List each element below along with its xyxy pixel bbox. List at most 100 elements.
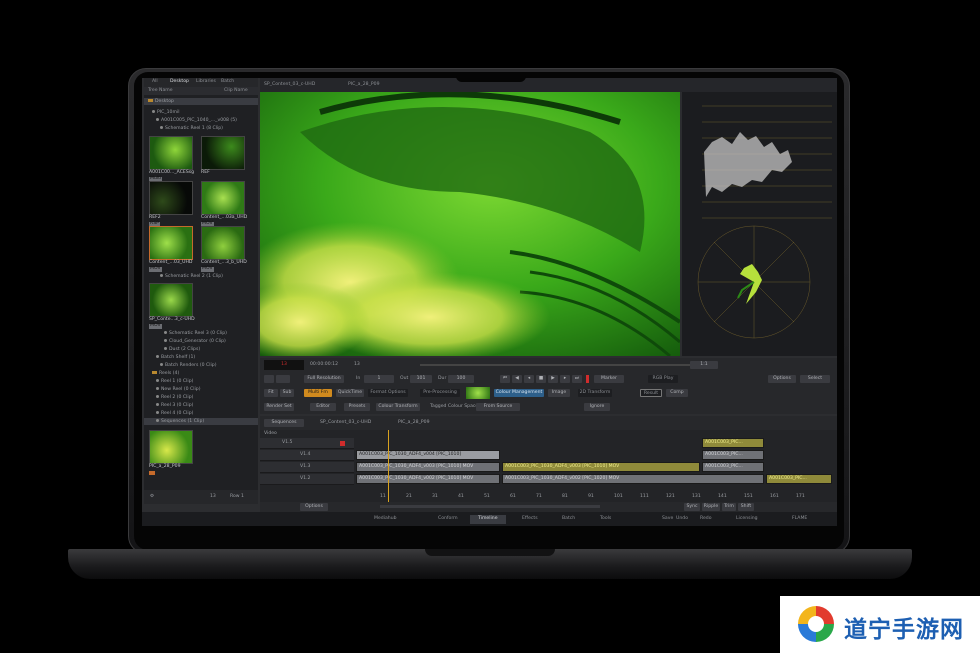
playhead[interactable]	[388, 430, 389, 502]
undo-button[interactable]: Undo	[676, 516, 688, 522]
view-icon[interactable]	[264, 375, 274, 383]
track-header-v13[interactable]: V1.3	[260, 462, 354, 473]
resolution-select[interactable]: Full Resolution	[304, 375, 344, 383]
clip-thumbnail[interactable]	[201, 136, 245, 170]
sequence-tab-2[interactable]: PIC_a_28_P09	[398, 420, 430, 426]
editor-button[interactable]: Editor	[310, 403, 336, 411]
sync-button[interactable]: Sync	[684, 503, 700, 511]
timeline-clip[interactable]: A001C003_PIC...	[766, 474, 832, 484]
timeline-clip[interactable]: A001C003_PIC_1030_ADF4_v002 [PIC_1010] M…	[356, 474, 500, 484]
tab-desktop[interactable]: Desktop	[170, 79, 189, 85]
column-tree-name[interactable]: Tree Name	[148, 88, 173, 94]
tree-row[interactable]: Cloud_Generator (0 Clip)	[144, 338, 258, 345]
pre-processing-tab[interactable]: Pre-Processing	[420, 389, 460, 397]
timecode-display[interactable]: 00:00:00:12	[310, 362, 338, 368]
clip-thumbnail[interactable]	[149, 430, 193, 464]
gear-icon[interactable]: ⚙	[150, 494, 154, 500]
tab-all[interactable]: All	[152, 79, 158, 85]
tree-row-desktop[interactable]: Desktop	[144, 98, 258, 105]
format-options-tab[interactable]: Format Options	[368, 389, 408, 397]
step-forward-icon[interactable]: ▸	[560, 375, 570, 383]
timeline-clip[interactable]: A001C003_PIC_1030_ADF4_v004 [PIC_1010]	[356, 450, 500, 460]
viewer-tab-1[interactable]: SP_Content_03_c-UHD	[264, 82, 315, 88]
goto-end-icon[interactable]: ⏭	[572, 375, 582, 383]
trim-button[interactable]: Trim	[722, 503, 736, 511]
save-button[interactable]: Save	[662, 516, 673, 522]
timeline-clip[interactable]: A001C003_PIC_1030_ADF4_v002 [PIC_1020] M…	[502, 474, 764, 484]
zoom-select[interactable]: 1:1	[690, 361, 718, 369]
in-field[interactable]: 1	[364, 375, 394, 383]
tab-batch[interactable]: Batch	[562, 516, 575, 522]
tree-row-sequences[interactable]: Sequences (1 Clip)	[144, 418, 258, 425]
tab-batch[interactable]: Batch	[221, 79, 234, 85]
tab-tools[interactable]: Tools	[600, 516, 611, 522]
timeline[interactable]: Video V1.5 V1.4 V1.3 V1.2 A001C003_PIC_1…	[260, 430, 837, 502]
multi-fm-button[interactable]: Multi Fm	[304, 389, 332, 397]
tree-row[interactable]: Reel 2 (0 Clip)	[144, 394, 258, 401]
tab-conform[interactable]: Conform	[438, 516, 458, 522]
goto-start-icon[interactable]: ⏮	[500, 375, 510, 383]
tree-row[interactable]: Dust (2 Clips)	[144, 346, 258, 353]
timeline-clip[interactable]: A001C003_PIC_1030_ADF4_v003 [PIC_1010] M…	[356, 462, 500, 472]
options-button[interactable]: Options	[768, 375, 796, 383]
clip-thumbnail[interactable]	[149, 283, 193, 317]
result-button[interactable]: Result	[640, 389, 662, 397]
fit-button[interactable]: Fit	[264, 389, 278, 397]
row-indicator[interactable]: Row 1	[230, 494, 244, 500]
select-button[interactable]: Select	[800, 375, 830, 383]
quicktime-tab[interactable]: QuickTime	[336, 389, 364, 397]
render-set-select[interactable]: Render Set	[264, 403, 294, 411]
record-icon[interactable]	[340, 441, 345, 446]
gear-icon[interactable]	[276, 375, 290, 383]
play-icon[interactable]: ▶	[548, 375, 558, 383]
marker-button[interactable]: Marker	[594, 375, 624, 383]
clip-thumbnail-selected[interactable]	[149, 226, 193, 260]
tree-row[interactable]: Reels (4)	[144, 370, 258, 377]
tree-row[interactable]: Batch Renders (0 Clip)	[144, 362, 258, 369]
tree-row-reel3[interactable]: Schematic Reel 3 (0 Clip)	[144, 330, 258, 337]
out-field[interactable]: 101	[410, 375, 432, 383]
step-back-icon[interactable]: ◀	[512, 375, 522, 383]
image-tab[interactable]: Image	[548, 389, 570, 397]
timeline-scrollbar[interactable]	[380, 505, 600, 508]
tree-row[interactable]: New Reel (0 Clip)	[144, 386, 258, 393]
clip-thumbnail[interactable]	[201, 181, 245, 215]
tree-row[interactable]: Reel 4 (0 Clip)	[144, 410, 258, 417]
timeline-clip[interactable]: A001C003_PIC...	[702, 438, 764, 448]
sequence-tab-1[interactable]: SP_Content_03_c-UHD	[320, 420, 371, 426]
stop-icon[interactable]: ■	[536, 375, 546, 383]
timeline-clip[interactable]: A001C003_PIC...	[702, 462, 764, 472]
licensing-button[interactable]: Licensing	[736, 516, 758, 522]
tree-row[interactable]: Batch Shelf (1)	[144, 354, 258, 361]
rgb-play-button[interactable]: RGB Play	[648, 375, 678, 383]
tree-row[interactable]: Reel 3 (0 Clip)	[144, 402, 258, 409]
from-source-select[interactable]: From Source	[476, 403, 520, 411]
image-viewer[interactable]	[260, 92, 680, 356]
tree-row-reel2[interactable]: Schematic Reel 2 (1 Clip)	[144, 273, 258, 280]
sequences-dropdown[interactable]: Sequences	[264, 419, 304, 427]
dur-field[interactable]: 100	[448, 375, 474, 383]
tree-row[interactable]: Reel 1 (0 Clip)	[144, 378, 258, 385]
comp-button[interactable]: Comp	[666, 389, 688, 397]
tab-libraries[interactable]: Libraries	[196, 79, 216, 85]
redo-button[interactable]: Redo	[700, 516, 712, 522]
track-header-v14[interactable]: V1.4	[260, 450, 354, 461]
timeline-clip[interactable]: A001C003_PIC_1030_ADF4_v003 [PIC_1010] M…	[502, 462, 700, 472]
clip-thumbnail[interactable]	[149, 181, 193, 215]
presets-button[interactable]: Presets	[344, 403, 370, 411]
tab-mediahub[interactable]: Mediahub	[374, 516, 397, 522]
colour-transform-select[interactable]: Colour Transform	[376, 403, 420, 411]
ignore-button[interactable]: Ignore	[584, 403, 610, 411]
scrub-bar[interactable]	[420, 364, 690, 366]
tree-row-folder[interactable]: A001C005_PIC_1040_..._v008 (5)	[144, 117, 258, 124]
play-reverse-icon[interactable]: ◂	[524, 375, 534, 383]
ripple-button[interactable]: Ripple	[702, 503, 720, 511]
viewer-tab-2[interactable]: PIC_a_28_P09	[348, 82, 380, 88]
column-clip-name[interactable]: Clip Name	[224, 88, 248, 94]
timeline-options-button[interactable]: Options	[300, 503, 328, 511]
clip-thumbnail[interactable]	[149, 136, 193, 170]
current-frame[interactable]: 13	[264, 360, 304, 370]
2d-transform-tab[interactable]: 2D Transform	[578, 389, 612, 397]
tree-row-reel1[interactable]: Schematic Reel 1 (8 Clip)	[144, 125, 258, 132]
track-header-v15[interactable]: V1.5	[260, 438, 354, 449]
